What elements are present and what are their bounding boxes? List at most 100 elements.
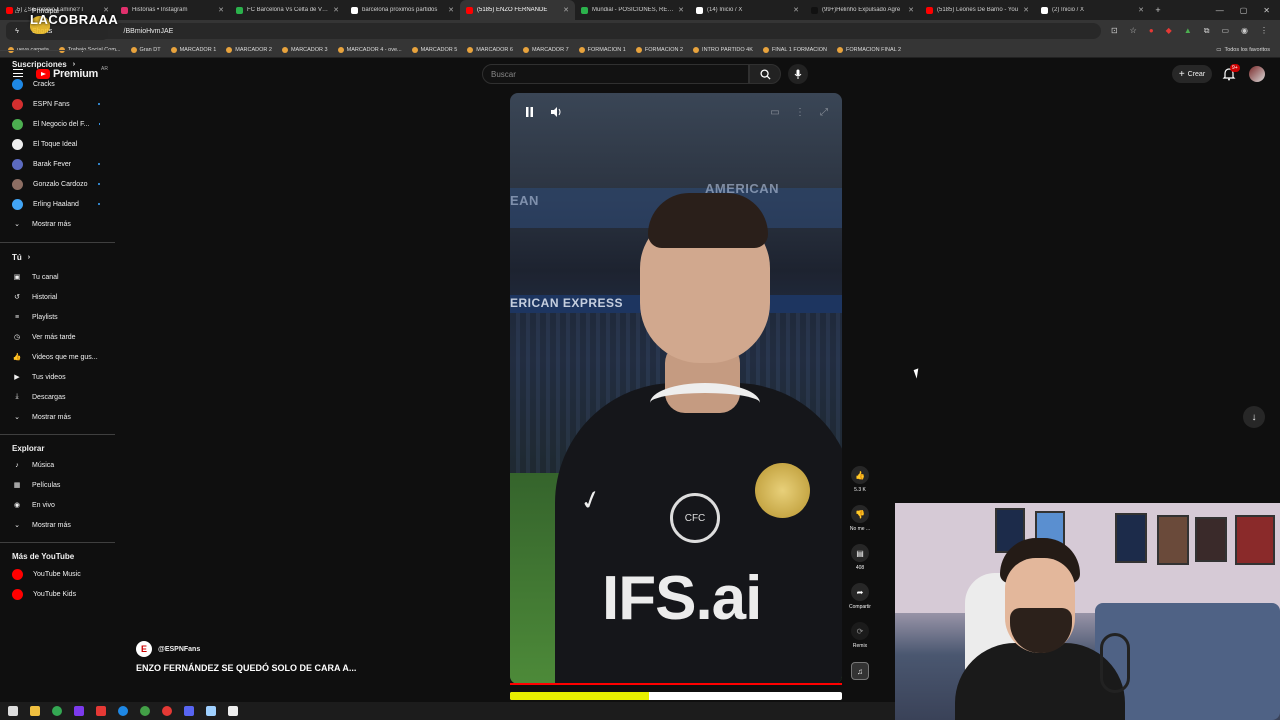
browser-tab[interactable]: Historias • Instagram ✕ xyxy=(115,0,230,20)
browser-tab[interactable]: (5185) ENZO FERNÁNDE ✕ xyxy=(460,0,575,20)
bookmark-item[interactable]: MARCADOR 6 xyxy=(467,46,513,53)
sidebar-sub-channel[interactable]: ESPN Fans xyxy=(6,95,108,113)
tab-close-icon[interactable]: ✕ xyxy=(1023,6,1029,14)
twitch-icon[interactable] xyxy=(74,706,84,716)
sidebar-item-you[interactable]: ◷ Ver más tarde xyxy=(6,328,108,346)
extension-icon-2[interactable]: ▲ xyxy=(1184,26,1192,36)
sidebar-item-you[interactable]: ⤓ Descargas xyxy=(6,388,108,406)
browser-tab[interactable]: Mundial - POSICIONES, RESU ✕ xyxy=(575,0,690,20)
file-explorer-icon[interactable] xyxy=(30,706,40,716)
search-button[interactable] xyxy=(749,64,781,84)
shorts-video-player[interactable]: AMERICAN EAN ERICAN EXPRESS ✓ CFC IFS.ai… xyxy=(510,93,842,684)
browser-tab[interactable]: (14) Inicio / X ✕ xyxy=(690,0,805,20)
bookmark-item[interactable]: MARCADOR 5 xyxy=(411,46,457,53)
sidebar-item-you[interactable]: ≡ Playlists xyxy=(6,308,108,326)
extension-record-icon[interactable]: ● xyxy=(1149,26,1154,36)
audio-track-icon[interactable]: ♫ xyxy=(851,662,869,680)
sidebar-item-you[interactable]: 👍 Videos que me gus... xyxy=(6,348,108,366)
bookmark-item[interactable]: Gran DT xyxy=(130,46,161,53)
explore-heading[interactable]: Explorar xyxy=(12,444,44,453)
tab-close-icon[interactable]: ✕ xyxy=(678,6,684,14)
sidebar-sub-channel[interactable]: Gonzalo Cardozo xyxy=(6,175,108,193)
comments-action[interactable]: ▤ 408 xyxy=(845,544,875,571)
bookmark-item[interactable]: MARCADOR 4 - ove... xyxy=(337,46,402,53)
channel-info[interactable]: E @ESPNFans xyxy=(136,641,200,657)
bookmark-star-icon[interactable]: ☆ xyxy=(1130,26,1137,36)
sidebar-sub-channel[interactable]: El Negocio del F... xyxy=(6,115,108,133)
bookmark-item[interactable]: MARCADOR 1 xyxy=(170,46,216,53)
dislike-action[interactable]: 👎 No me ... xyxy=(845,505,875,532)
sidebar-sub-youtube-app[interactable]: YouTube Kids xyxy=(6,585,108,603)
browser-tab[interactable]: (2) Inicio / X ✕ xyxy=(1035,0,1150,20)
tab-close-icon[interactable]: ✕ xyxy=(793,6,799,14)
sidebar-sub-channel[interactable]: El Toque Ideal xyxy=(6,135,108,153)
channel-name[interactable]: @ESPNFans xyxy=(158,646,200,653)
you-heading[interactable]: Tú › xyxy=(12,253,30,262)
bookmark-item[interactable]: FINAL 1 FORMACION xyxy=(762,46,827,53)
app-icon-blue[interactable] xyxy=(118,706,128,716)
browser-tab[interactable]: (5185) Leones De Barrio - You ✕ xyxy=(920,0,1035,20)
discord-icon[interactable] xyxy=(184,706,194,716)
tab-close-icon[interactable]: ✕ xyxy=(218,6,224,14)
extension-icon[interactable]: ◆ xyxy=(1166,26,1172,36)
url-field[interactable]: /BBmioHvmJAE xyxy=(63,23,1101,39)
sidebar-sub-channel[interactable]: Barak Fever xyxy=(6,155,108,173)
like-action[interactable]: 👍 5.3 K xyxy=(845,466,875,493)
sidebar-sub-youtube-app[interactable]: YouTube Music xyxy=(6,565,108,583)
sidebar-item-explore[interactable]: ◉ En vivo xyxy=(6,496,108,514)
profile-icon[interactable]: ◉ xyxy=(1241,26,1248,36)
bookmark-item[interactable]: MARCADOR 3 xyxy=(281,46,328,53)
bookmark-item[interactable]: FORMACION 1 xyxy=(578,46,626,53)
account-avatar[interactable] xyxy=(1249,66,1265,82)
new-tab-icon[interactable]: + xyxy=(1150,5,1166,15)
captions-icon[interactable]: ▭ xyxy=(768,105,782,119)
pause-button[interactable] xyxy=(522,105,536,119)
sidebar-sub-channel[interactable]: Erling Haaland xyxy=(6,195,108,213)
sidebar-item-explore[interactable]: ▦ Películas xyxy=(6,476,108,494)
create-button[interactable]: + Crear xyxy=(1172,65,1212,83)
remix-action[interactable]: ⟳ Remix xyxy=(845,622,875,649)
window-close-icon[interactable]: ✕ xyxy=(1263,6,1270,15)
chrome-icon[interactable] xyxy=(52,706,62,716)
tab-close-icon[interactable]: ✕ xyxy=(1138,6,1144,14)
maximize-icon[interactable]: ▢ xyxy=(1240,6,1248,15)
video-seek-line[interactable] xyxy=(510,683,842,685)
app-icon-red-2[interactable] xyxy=(162,706,172,716)
tab-close-icon[interactable]: ✕ xyxy=(333,6,339,14)
extensions-puzzle-icon[interactable]: ⧉ xyxy=(1204,26,1210,36)
volume-button[interactable] xyxy=(550,105,564,119)
video-title[interactable]: ENZO FERNÁNDEZ SE QUEDÓ SOLO DE CARA A..… xyxy=(136,663,356,673)
more-options-icon[interactable]: ⋮ xyxy=(793,105,807,119)
tab-close-icon[interactable]: ✕ xyxy=(908,6,914,14)
install-icon[interactable]: ⊡ xyxy=(1111,26,1118,36)
app-icon-red[interactable] xyxy=(96,706,106,716)
bookmark-item[interactable]: FORMACION FINAL 2 xyxy=(837,46,901,53)
menu-kebab-icon[interactable]: ⋮ xyxy=(1260,26,1268,36)
sidebar-item-explore[interactable]: ♪ Música xyxy=(6,456,108,474)
sidebar-sub-channel[interactable]: Cracks xyxy=(6,75,108,93)
windows-start-icon[interactable] xyxy=(8,706,18,716)
sidebar-item-you[interactable]: ↺ Historial xyxy=(6,288,108,306)
tab-close-icon[interactable]: ✕ xyxy=(563,6,569,14)
voice-search-button[interactable] xyxy=(788,64,808,84)
sidebar-item-you[interactable]: ▶ Tus videos xyxy=(6,368,108,386)
bookmark-item[interactable]: MARCADOR 7 xyxy=(522,46,569,53)
bookmark-item[interactable]: MARCADOR 2 xyxy=(226,46,272,53)
browser-tab[interactable]: FC Barcelona Vs Celta de Vigo ✕ xyxy=(230,0,345,20)
channel-avatar[interactable]: E xyxy=(136,641,152,657)
you-show-more[interactable]: ⌄ Mostrar más xyxy=(6,408,108,426)
browser-tab[interactable]: (99+)Helinho Expulsado Agre ✕ xyxy=(805,0,920,20)
browser-tab[interactable]: barcelona proximos partidos ✕ xyxy=(345,0,460,20)
explore-show-more[interactable]: ⌄ Mostrar más xyxy=(6,516,108,534)
subscriptions-heading[interactable]: Suscripciones › xyxy=(12,60,75,69)
more-youtube-heading[interactable]: Más de YouTube xyxy=(12,552,74,561)
share-action[interactable]: ➦ Compartir xyxy=(845,583,875,610)
minimize-icon[interactable]: — xyxy=(1216,6,1224,15)
app-icon-green[interactable] xyxy=(140,706,150,716)
bookmark-item[interactable]: FORMACION 2 xyxy=(635,46,683,53)
next-short-button[interactable]: ↓ xyxy=(1243,406,1265,428)
fullscreen-icon[interactable]: ⤢ xyxy=(817,105,831,119)
sidebar-icon[interactable]: ▭ xyxy=(1221,26,1229,36)
tab-close-icon[interactable]: ✕ xyxy=(448,6,454,14)
obs-icon[interactable] xyxy=(228,706,238,716)
